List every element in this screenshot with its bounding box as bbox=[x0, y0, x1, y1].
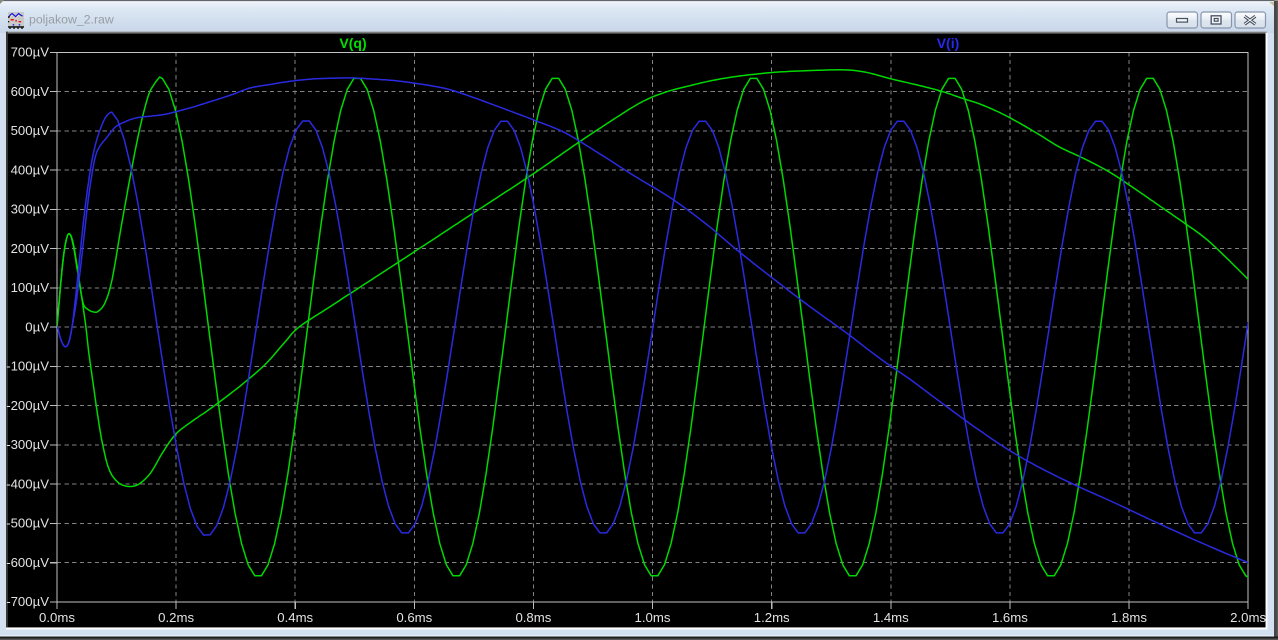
svg-text:-300µV: -300µV bbox=[6, 437, 49, 452]
svg-text:1.8ms: 1.8ms bbox=[1111, 610, 1147, 625]
svg-text:1.6ms: 1.6ms bbox=[992, 610, 1028, 625]
svg-text:600µV: 600µV bbox=[11, 84, 50, 99]
svg-text:-700µV: -700µV bbox=[6, 594, 49, 609]
svg-text:100µV: 100µV bbox=[11, 280, 50, 295]
svg-text:0.8ms: 0.8ms bbox=[515, 610, 551, 625]
svg-text:0.6ms: 0.6ms bbox=[396, 610, 432, 625]
svg-text:V(i): V(i) bbox=[937, 35, 960, 51]
svg-text:0µV: 0µV bbox=[25, 319, 49, 334]
svg-text:-600µV: -600µV bbox=[6, 555, 49, 570]
svg-text:-500µV: -500µV bbox=[6, 516, 49, 531]
svg-text:V(q): V(q) bbox=[339, 35, 366, 51]
svg-text:poljakow_2.raw: poljakow_2.raw bbox=[29, 13, 114, 27]
svg-text:0.4ms: 0.4ms bbox=[277, 610, 313, 625]
svg-text:300µV: 300µV bbox=[11, 202, 50, 217]
svg-text:1.4ms: 1.4ms bbox=[873, 610, 909, 625]
svg-text:0.2ms: 0.2ms bbox=[158, 610, 194, 625]
svg-text:700µV: 700µV bbox=[11, 45, 50, 60]
svg-text:2.0ms: 2.0ms bbox=[1230, 610, 1266, 625]
svg-text:1.0ms: 1.0ms bbox=[635, 610, 671, 625]
svg-text:200µV: 200µV bbox=[11, 241, 50, 256]
svg-text:0.0ms: 0.0ms bbox=[39, 610, 75, 625]
svg-text:400µV: 400µV bbox=[11, 162, 50, 177]
svg-text:-400µV: -400µV bbox=[6, 476, 49, 491]
svg-text:500µV: 500µV bbox=[11, 123, 50, 138]
svg-text:-200µV: -200µV bbox=[6, 398, 49, 413]
svg-text:-100µV: -100µV bbox=[6, 359, 49, 374]
svg-text:1.2ms: 1.2ms bbox=[754, 610, 790, 625]
